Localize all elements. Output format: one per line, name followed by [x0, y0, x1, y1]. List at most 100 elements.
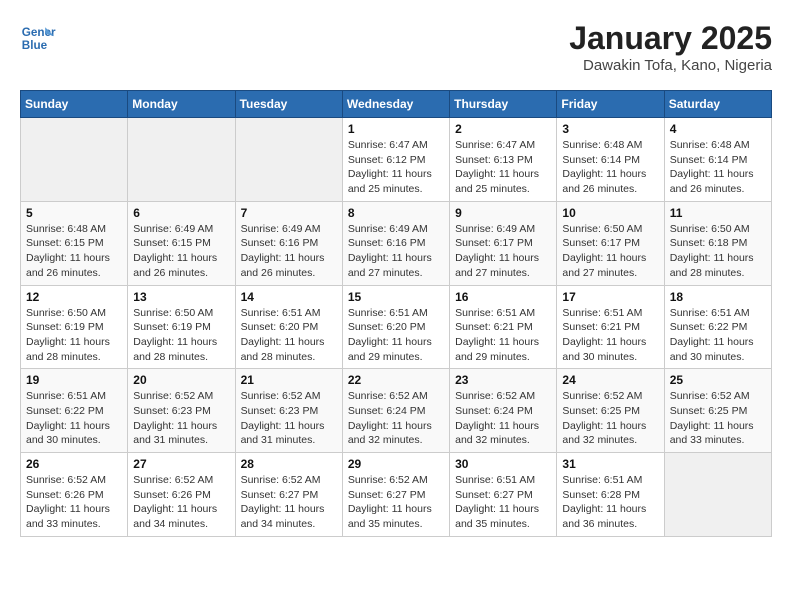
day-number: 10 — [562, 206, 658, 220]
day-info: Sunrise: 6:52 AM Sunset: 6:25 PM Dayligh… — [670, 389, 766, 448]
day-cell: 12Sunrise: 6:50 AM Sunset: 6:19 PM Dayli… — [21, 285, 128, 369]
day-number: 30 — [455, 457, 551, 471]
week-row-2: 5Sunrise: 6:48 AM Sunset: 6:15 PM Daylig… — [21, 201, 772, 285]
day-info: Sunrise: 6:50 AM Sunset: 6:19 PM Dayligh… — [26, 306, 122, 365]
day-cell: 26 Sunrise: 6:52 AM Sunset: 6:26 PM Dayli… — [21, 453, 128, 537]
day-number: 22 — [348, 373, 444, 387]
day-number: 4 — [670, 122, 766, 136]
day-info: Sunrise: 6:52 AM Sunset: 6:26 PM Dayligh… — [133, 473, 229, 532]
day-number: 13 — [133, 290, 229, 304]
day-number: 14 — [241, 290, 337, 304]
day-cell: 5Sunrise: 6:48 AM Sunset: 6:15 PM Daylig… — [21, 201, 128, 285]
day-number: 11 — [670, 206, 766, 220]
day-info: Sunrise: 6:50 AM Sunset: 6:17 PM Dayligh… — [562, 222, 658, 281]
day-cell: 23 Sunrise: 6:52 AM Sunset: 6:24 PM Dayli… — [450, 369, 557, 453]
day-cell — [21, 118, 128, 202]
day-number: 25 — [670, 373, 766, 387]
day-info: Sunrise: 6:49 AM Sunset: 6:17 PM Dayligh… — [455, 222, 551, 281]
day-cell: 21Sunrise: 6:52 AM Sunset: 6:23 PM Dayli… — [235, 369, 342, 453]
day-number: 19 — [26, 373, 122, 387]
main-title: January 2025 — [569, 20, 772, 57]
day-number: 18 — [670, 290, 766, 304]
day-info: Sunrise: 6:47 AM Sunset: 6:12 PM Dayligh… — [348, 138, 444, 197]
weekday-header-sunday: Sunday — [21, 91, 128, 118]
day-info: Sunrise: 6:49 AM Sunset: 6:15 PM Dayligh… — [133, 222, 229, 281]
day-number: 23 — [455, 373, 551, 387]
day-info: Sunrise: 6:50 AM Sunset: 6:18 PM Dayligh… — [670, 222, 766, 281]
svg-text:General: General — [22, 26, 56, 39]
day-number: 16 — [455, 290, 551, 304]
day-cell: 1 Sunrise: 6:47 AM Sunset: 6:12 PM Daylig… — [342, 118, 449, 202]
day-cell: 8Sunrise: 6:49 AM Sunset: 6:16 PM Daylig… — [342, 201, 449, 285]
day-cell: 24Sunrise: 6:52 AM Sunset: 6:25 PM Dayli… — [557, 369, 664, 453]
day-cell: 13 Sunrise: 6:50 AM Sunset: 6:19 PM Dayli… — [128, 285, 235, 369]
day-cell — [664, 453, 771, 537]
weekday-header-tuesday: Tuesday — [235, 91, 342, 118]
day-cell: 25 Sunrise: 6:52 AM Sunset: 6:25 PM Dayli… — [664, 369, 771, 453]
day-info: Sunrise: 6:48 AM Sunset: 6:14 PM Dayligh… — [562, 138, 658, 197]
day-number: 17 — [562, 290, 658, 304]
day-info: Sunrise: 6:52 AM Sunset: 6:25 PM Dayligh… — [562, 389, 658, 448]
day-info: Sunrise: 6:50 AM Sunset: 6:19 PM Dayligh… — [133, 306, 229, 365]
day-number: 28 — [241, 457, 337, 471]
day-info: Sunrise: 6:51 AM Sunset: 6:27 PM Dayligh… — [455, 473, 551, 532]
day-info: Sunrise: 6:52 AM Sunset: 6:24 PM Dayligh… — [348, 389, 444, 448]
day-cell: 15Sunrise: 6:51 AM Sunset: 6:20 PM Dayli… — [342, 285, 449, 369]
day-cell: 16 Sunrise: 6:51 AM Sunset: 6:21 PM Dayli… — [450, 285, 557, 369]
weekday-header-saturday: Saturday — [664, 91, 771, 118]
day-cell: 7Sunrise: 6:49 AM Sunset: 6:16 PM Daylig… — [235, 201, 342, 285]
day-number: 15 — [348, 290, 444, 304]
week-row-1: 1 Sunrise: 6:47 AM Sunset: 6:12 PM Daylig… — [21, 118, 772, 202]
day-cell: 2 Sunrise: 6:47 AM Sunset: 6:13 PM Daylig… — [450, 118, 557, 202]
day-number: 7 — [241, 206, 337, 220]
day-info: Sunrise: 6:51 AM Sunset: 6:20 PM Dayligh… — [241, 306, 337, 365]
logo: General Blue — [20, 20, 56, 56]
day-info: Sunrise: 6:52 AM Sunset: 6:27 PM Dayligh… — [241, 473, 337, 532]
day-number: 3 — [562, 122, 658, 136]
day-cell — [128, 118, 235, 202]
day-cell: 3 Sunrise: 6:48 AM Sunset: 6:14 PM Daylig… — [557, 118, 664, 202]
day-cell: 19 Sunrise: 6:51 AM Sunset: 6:22 PM Dayli… — [21, 369, 128, 453]
day-number: 9 — [455, 206, 551, 220]
logo-icon: General Blue — [20, 20, 56, 56]
day-info: Sunrise: 6:51 AM Sunset: 6:22 PM Dayligh… — [670, 306, 766, 365]
day-number: 6 — [133, 206, 229, 220]
day-info: Sunrise: 6:47 AM Sunset: 6:13 PM Dayligh… — [455, 138, 551, 197]
day-cell: 11 Sunrise: 6:50 AM Sunset: 6:18 PM Dayli… — [664, 201, 771, 285]
day-cell: 10 Sunrise: 6:50 AM Sunset: 6:17 PM Dayli… — [557, 201, 664, 285]
weekday-header-wednesday: Wednesday — [342, 91, 449, 118]
day-cell: 31Sunrise: 6:51 AM Sunset: 6:28 PM Dayli… — [557, 453, 664, 537]
day-cell: 6 Sunrise: 6:49 AM Sunset: 6:15 PM Daylig… — [128, 201, 235, 285]
day-info: Sunrise: 6:52 AM Sunset: 6:26 PM Dayligh… — [26, 473, 122, 532]
day-info: Sunrise: 6:51 AM Sunset: 6:22 PM Dayligh… — [26, 389, 122, 448]
day-number: 21 — [241, 373, 337, 387]
subtitle: Dawakin Tofa, Kano, Nigeria — [569, 57, 772, 74]
day-cell: 17 Sunrise: 6:51 AM Sunset: 6:21 PM Dayli… — [557, 285, 664, 369]
day-info: Sunrise: 6:48 AM Sunset: 6:14 PM Dayligh… — [670, 138, 766, 197]
day-number: 20 — [133, 373, 229, 387]
weekday-header-thursday: Thursday — [450, 91, 557, 118]
day-info: Sunrise: 6:51 AM Sunset: 6:21 PM Dayligh… — [455, 306, 551, 365]
week-row-3: 12Sunrise: 6:50 AM Sunset: 6:19 PM Dayli… — [21, 285, 772, 369]
day-number: 31 — [562, 457, 658, 471]
day-number: 2 — [455, 122, 551, 136]
day-number: 26 — [26, 457, 122, 471]
title-block: January 2025 Dawakin Tofa, Kano, Nigeria — [569, 20, 772, 74]
day-info: Sunrise: 6:51 AM Sunset: 6:21 PM Dayligh… — [562, 306, 658, 365]
calendar-table: SundayMondayTuesdayWednesdayThursdayFrid… — [20, 90, 772, 537]
day-number: 29 — [348, 457, 444, 471]
weekday-header-row: SundayMondayTuesdayWednesdayThursdayFrid… — [21, 91, 772, 118]
day-info: Sunrise: 6:52 AM Sunset: 6:27 PM Dayligh… — [348, 473, 444, 532]
day-number: 1 — [348, 122, 444, 136]
day-cell: 22 Sunrise: 6:52 AM Sunset: 6:24 PM Dayli… — [342, 369, 449, 453]
day-cell — [235, 118, 342, 202]
day-info: Sunrise: 6:52 AM Sunset: 6:23 PM Dayligh… — [133, 389, 229, 448]
week-row-5: 26 Sunrise: 6:52 AM Sunset: 6:26 PM Dayli… — [21, 453, 772, 537]
day-info: Sunrise: 6:49 AM Sunset: 6:16 PM Dayligh… — [348, 222, 444, 281]
page-header: General Blue January 2025 Dawakin Tofa, … — [20, 20, 772, 74]
day-cell: 20 Sunrise: 6:52 AM Sunset: 6:23 PM Dayli… — [128, 369, 235, 453]
day-cell: 4 Sunrise: 6:48 AM Sunset: 6:14 PM Daylig… — [664, 118, 771, 202]
weekday-header-friday: Friday — [557, 91, 664, 118]
day-info: Sunrise: 6:52 AM Sunset: 6:24 PM Dayligh… — [455, 389, 551, 448]
day-cell: 14 Sunrise: 6:51 AM Sunset: 6:20 PM Dayli… — [235, 285, 342, 369]
